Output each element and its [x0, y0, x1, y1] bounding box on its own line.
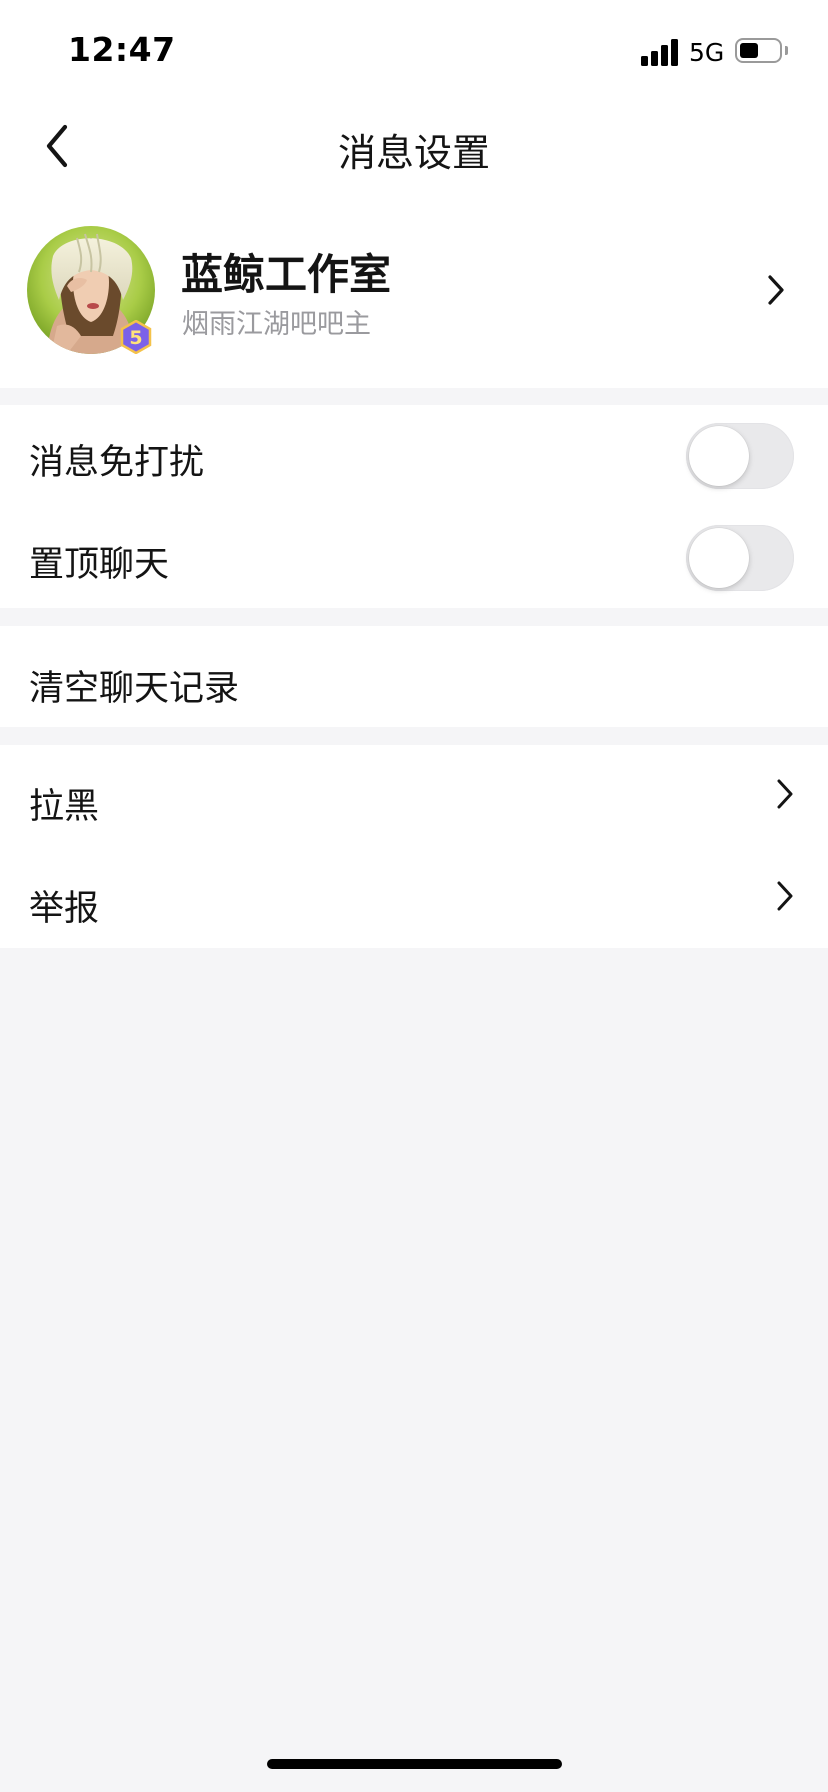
toggle-section: 消息免打扰 置顶聊天	[0, 405, 828, 608]
report-label: 举报	[29, 889, 100, 929]
do-not-disturb-toggle[interactable]	[686, 423, 794, 489]
chevron-right-icon	[768, 275, 784, 305]
do-not-disturb-label: 消息免打扰	[29, 443, 205, 483]
battery-tip	[785, 46, 788, 55]
battery-icon	[735, 38, 782, 63]
toggle-knob	[689, 426, 749, 486]
level-badge: 5	[120, 320, 152, 354]
navigation-bar: 消息设置	[0, 100, 828, 192]
block-report-section: 拉黑 举报	[0, 745, 828, 948]
clear-history-label: 清空聊天记录	[29, 669, 240, 709]
profile-subtitle: 烟雨江湖吧吧主	[182, 309, 371, 340]
status-time: 12:47	[68, 30, 176, 69]
do-not-disturb-row: 消息免打扰	[0, 405, 828, 507]
profile-name: 蓝鲸工作室	[181, 250, 392, 299]
level-badge-number: 5	[129, 327, 142, 349]
header-area: 12:47 5G 消息设置 5 蓝鲸工作室 烟雨江湖吧吧主	[0, 0, 828, 388]
pin-chat-row: 置顶聊天	[0, 507, 828, 609]
network-type: 5G	[689, 38, 725, 67]
clear-history-section: 清空聊天记录	[0, 626, 828, 727]
block-row[interactable]: 拉黑	[0, 745, 828, 847]
block-label: 拉黑	[29, 787, 100, 827]
chevron-right-icon	[777, 881, 793, 911]
avatar[interactable]: 5	[27, 226, 155, 354]
status-bar: 12:47 5G	[0, 0, 828, 100]
signal-bars-icon	[641, 39, 679, 66]
home-indicator[interactable]	[267, 1759, 562, 1769]
toggle-knob	[689, 528, 749, 588]
pin-chat-label: 置顶聊天	[29, 545, 170, 585]
profile-row[interactable]: 5 蓝鲸工作室 烟雨江湖吧吧主	[0, 214, 828, 364]
clear-history-row[interactable]: 清空聊天记录	[0, 626, 828, 727]
chevron-right-icon	[777, 779, 793, 809]
report-row[interactable]: 举报	[0, 847, 828, 949]
pin-chat-toggle[interactable]	[686, 525, 794, 591]
page-title: 消息设置	[337, 131, 490, 175]
battery-level-fill	[740, 43, 758, 58]
